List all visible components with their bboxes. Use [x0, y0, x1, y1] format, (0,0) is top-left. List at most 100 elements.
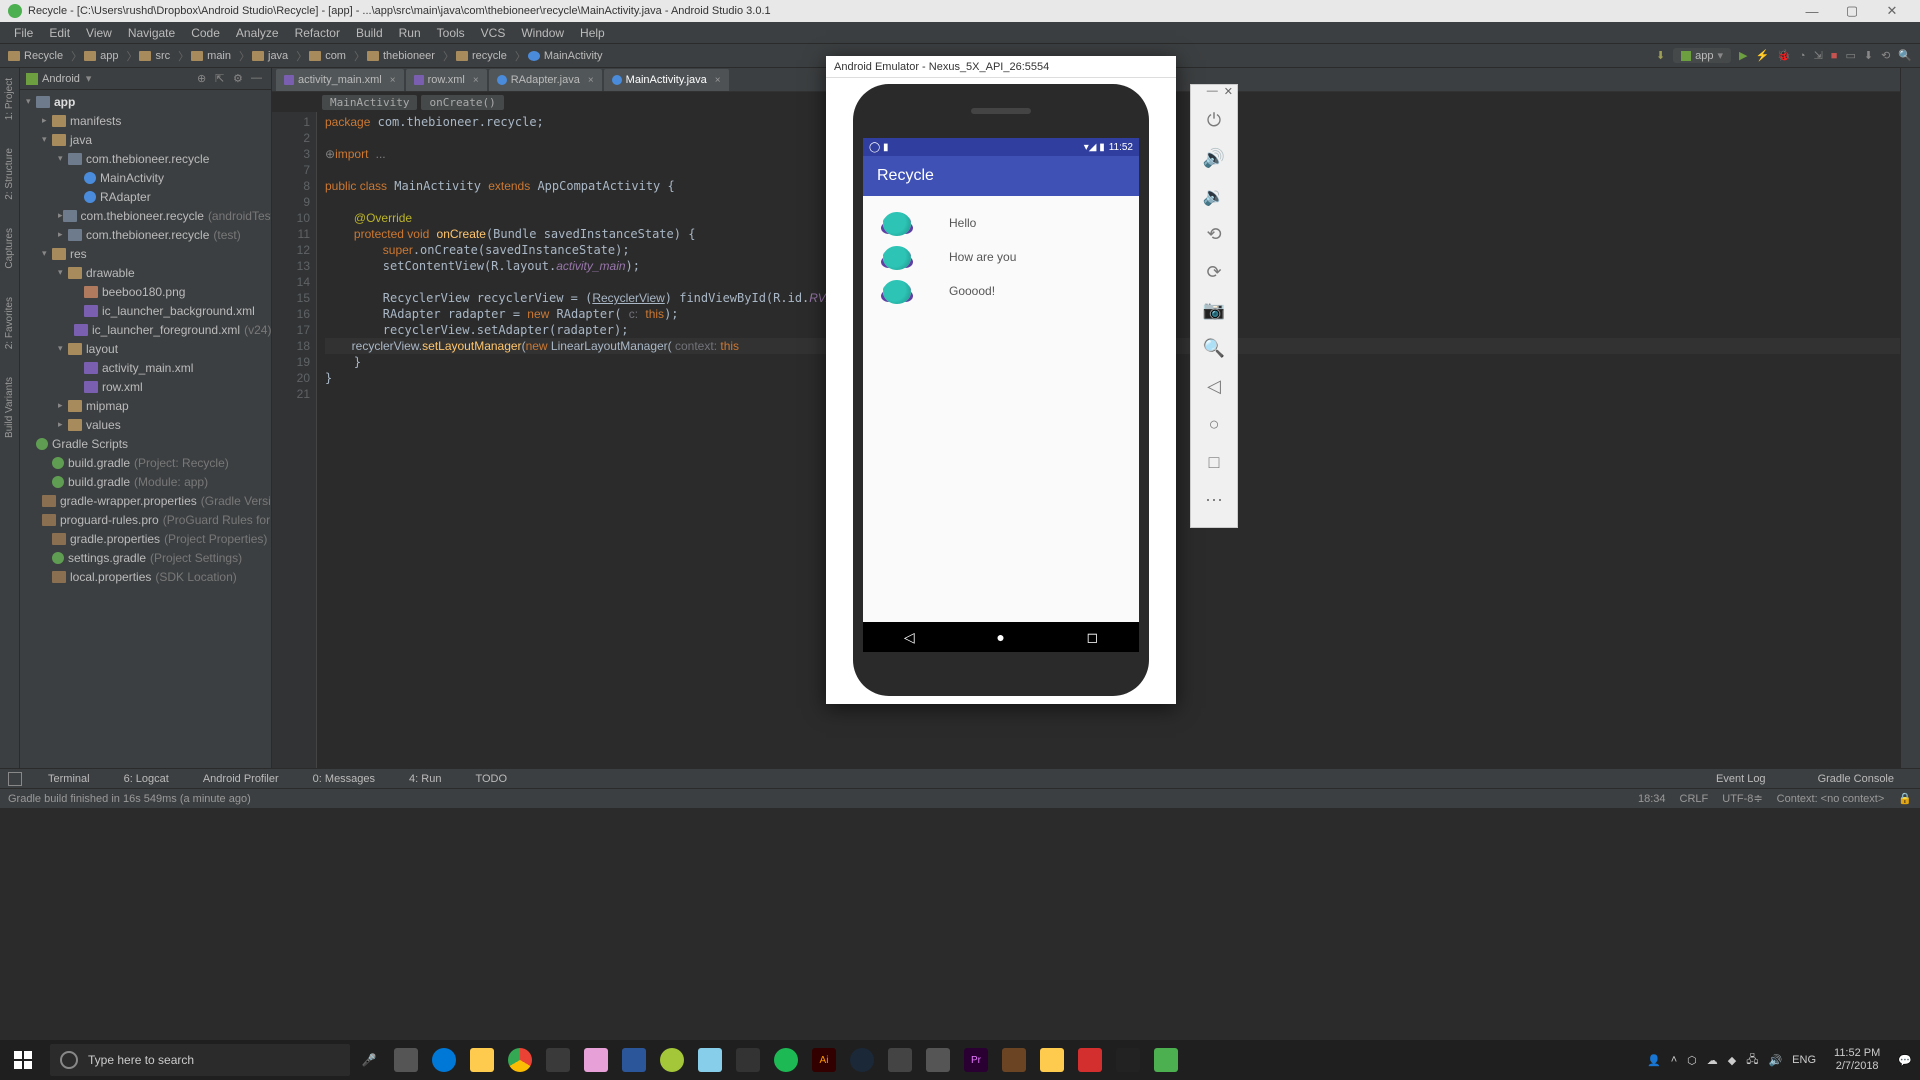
calculator-icon[interactable] — [920, 1042, 956, 1078]
project-view-mode[interactable]: Android — [42, 73, 80, 85]
start-button[interactable] — [0, 1040, 46, 1080]
editor-tab[interactable]: RAdapter.java× — [489, 69, 602, 91]
android-nav-bar[interactable]: ◁ ● ◻ — [863, 622, 1139, 652]
tool-tab-buildvariants[interactable]: Build Variants — [4, 373, 15, 442]
language-indicator[interactable]: ENG — [1792, 1054, 1816, 1066]
paint-icon[interactable] — [578, 1042, 614, 1078]
app-icon-3[interactable] — [1034, 1042, 1070, 1078]
menu-tools[interactable]: Tools — [429, 26, 473, 40]
bottom-tab-todo[interactable]: TODO — [459, 773, 507, 785]
overview-icon[interactable]: □ — [1198, 443, 1230, 481]
editor-tab[interactable]: activity_main.xml× — [276, 69, 404, 91]
calendar-icon[interactable] — [730, 1042, 766, 1078]
breadcrumb-item[interactable]: src — [139, 50, 170, 62]
project-tree[interactable]: ▾app▸manifests▾java▾com.thebioneer.recyc… — [20, 90, 271, 768]
tree-node[interactable]: MainActivity — [20, 168, 271, 187]
tree-node[interactable]: ▸com.thebioneer.recycle(androidTest) — [20, 206, 271, 225]
emulator-minimize-icon[interactable]: ― — [1207, 85, 1218, 101]
editor-tab[interactable]: row.xml× — [406, 69, 487, 91]
emulator-close-icon[interactable]: ✕ — [1224, 85, 1233, 101]
clock[interactable]: 11:52 PM 2/7/2018 — [1826, 1047, 1888, 1073]
close-button[interactable]: ✕ — [1872, 3, 1912, 19]
avd-manager-icon[interactable]: ▭ — [1845, 49, 1855, 62]
menu-navigate[interactable]: Navigate — [120, 26, 183, 40]
volume-icon[interactable]: 🔊 — [1768, 1054, 1782, 1067]
onedrive-icon[interactable]: ☁ — [1707, 1054, 1718, 1067]
recycler-list[interactable]: HelloHow are youGooood! — [863, 196, 1139, 318]
sync-icon[interactable]: ⟲ — [1881, 49, 1890, 62]
tree-node[interactable]: ▸manifests — [20, 111, 271, 130]
bottom-tab-terminal[interactable]: Terminal — [32, 773, 90, 785]
word-icon[interactable] — [616, 1042, 652, 1078]
memory-indicator[interactable]: 🔒 — [1898, 792, 1912, 805]
debug-button[interactable]: 🐞 — [1777, 49, 1791, 62]
breadcrumb-item[interactable]: java — [252, 50, 288, 62]
list-item[interactable]: Hello — [863, 206, 1139, 240]
breadcrumb-item[interactable]: app — [84, 50, 118, 62]
menu-file[interactable]: File — [6, 26, 41, 40]
bottom-tab-gradleconsole[interactable]: Gradle Console — [1802, 773, 1894, 785]
file-encoding[interactable]: UTF-8≑ — [1722, 792, 1762, 805]
chrome-icon[interactable] — [502, 1042, 538, 1078]
breadcrumb-item[interactable]: Recycle — [8, 50, 63, 62]
run-config-selector[interactable]: app ▾ — [1673, 48, 1731, 63]
back-button[interactable]: ◁ — [904, 629, 915, 646]
menu-refactor[interactable]: Refactor — [287, 26, 348, 40]
stop-button[interactable]: ■ — [1831, 50, 1838, 62]
menu-window[interactable]: Window — [513, 26, 572, 40]
tool-tab-captures[interactable]: Captures — [4, 224, 15, 273]
tool-tab-favorites[interactable]: 2: Favorites — [4, 293, 15, 353]
profiler-icon[interactable]: ◔ — [1799, 50, 1806, 62]
tree-node[interactable]: build.gradle(Project: Recycle) — [20, 453, 271, 472]
bottom-tab-eventlog[interactable]: Event Log — [1700, 773, 1766, 785]
rotate-left-icon[interactable]: ⟲ — [1198, 215, 1230, 253]
back-icon[interactable]: ◁ — [1198, 367, 1230, 405]
close-tab-icon[interactable]: × — [715, 75, 721, 86]
illustrator-icon[interactable]: Ai — [806, 1042, 842, 1078]
tree-node[interactable]: ▾drawable — [20, 263, 271, 282]
mic-icon[interactable]: 🎤 — [354, 1053, 384, 1067]
hide-icon[interactable]: ― — [251, 72, 265, 86]
tree-node[interactable]: local.properties(SDK Location) — [20, 567, 271, 586]
tree-node[interactable]: proguard-rules.pro(ProGuard Rules for ap… — [20, 510, 271, 529]
tree-node[interactable]: activity_main.xml — [20, 358, 271, 377]
line-separator[interactable]: CRLF — [1680, 793, 1709, 805]
menu-analyze[interactable]: Analyze — [228, 26, 287, 40]
tree-node[interactable]: ▸values — [20, 415, 271, 434]
tree-node[interactable]: ic_launcher_foreground.xml(v24) — [20, 320, 271, 339]
premiere-icon[interactable]: Pr — [958, 1042, 994, 1078]
zoom-icon[interactable]: 🔍 — [1198, 329, 1230, 367]
build-icon[interactable]: ⬇ — [1656, 49, 1665, 62]
apply-changes-icon[interactable]: ⚡ — [1756, 49, 1770, 62]
device-screen[interactable]: ◯ ▮ ▾◢ ▮ 11:52 Recycle HelloHow are youG… — [863, 138, 1139, 652]
close-tab-icon[interactable]: × — [473, 75, 479, 86]
scroll-from-source-icon[interactable]: ⊕ — [197, 72, 211, 86]
tree-node[interactable]: gradle.properties(Project Properties) — [20, 529, 271, 548]
edge-icon[interactable] — [426, 1042, 462, 1078]
tray-app-icon[interactable]: ◆ — [1728, 1054, 1736, 1067]
volume-down-icon[interactable]: 🔉 — [1198, 177, 1230, 215]
run-button[interactable]: ▶ — [1739, 49, 1747, 62]
app-icon-2[interactable] — [996, 1042, 1032, 1078]
caret-position[interactable]: 18:34 — [1638, 793, 1666, 805]
bottom-tab-run[interactable]: 4: Run — [393, 773, 441, 785]
breadcrumb-item[interactable]: MainActivity — [528, 50, 603, 62]
tree-node[interactable]: ▾layout — [20, 339, 271, 358]
volume-up-icon[interactable]: 🔊 — [1198, 139, 1230, 177]
list-item[interactable]: How are you — [863, 240, 1139, 274]
line-gutter[interactable]: 123789101112131415161718192021 — [272, 112, 317, 768]
tree-node[interactable]: ▸com.thebioneer.recycle(test) — [20, 225, 271, 244]
bottom-tab-androidprofiler[interactable]: Android Profiler — [187, 773, 279, 785]
breadcrumb-item[interactable]: recycle — [456, 50, 507, 62]
search-box[interactable]: Type here to search — [50, 1044, 350, 1076]
emulator-window[interactable]: Android Emulator - Nexus_5X_API_26:5554 … — [826, 56, 1176, 704]
minimize-button[interactable]: ― — [1792, 4, 1832, 19]
tree-node[interactable]: ▾java — [20, 130, 271, 149]
android-studio-icon[interactable] — [654, 1042, 690, 1078]
unity-icon[interactable] — [1110, 1042, 1146, 1078]
tool-tab-project[interactable]: 1: Project — [4, 74, 15, 124]
tool-window-toggle-icon[interactable] — [8, 772, 22, 786]
tree-node[interactable]: Gradle Scripts — [20, 434, 271, 453]
menu-help[interactable]: Help — [572, 26, 613, 40]
people-icon[interactable]: 👤 — [1647, 1054, 1661, 1067]
